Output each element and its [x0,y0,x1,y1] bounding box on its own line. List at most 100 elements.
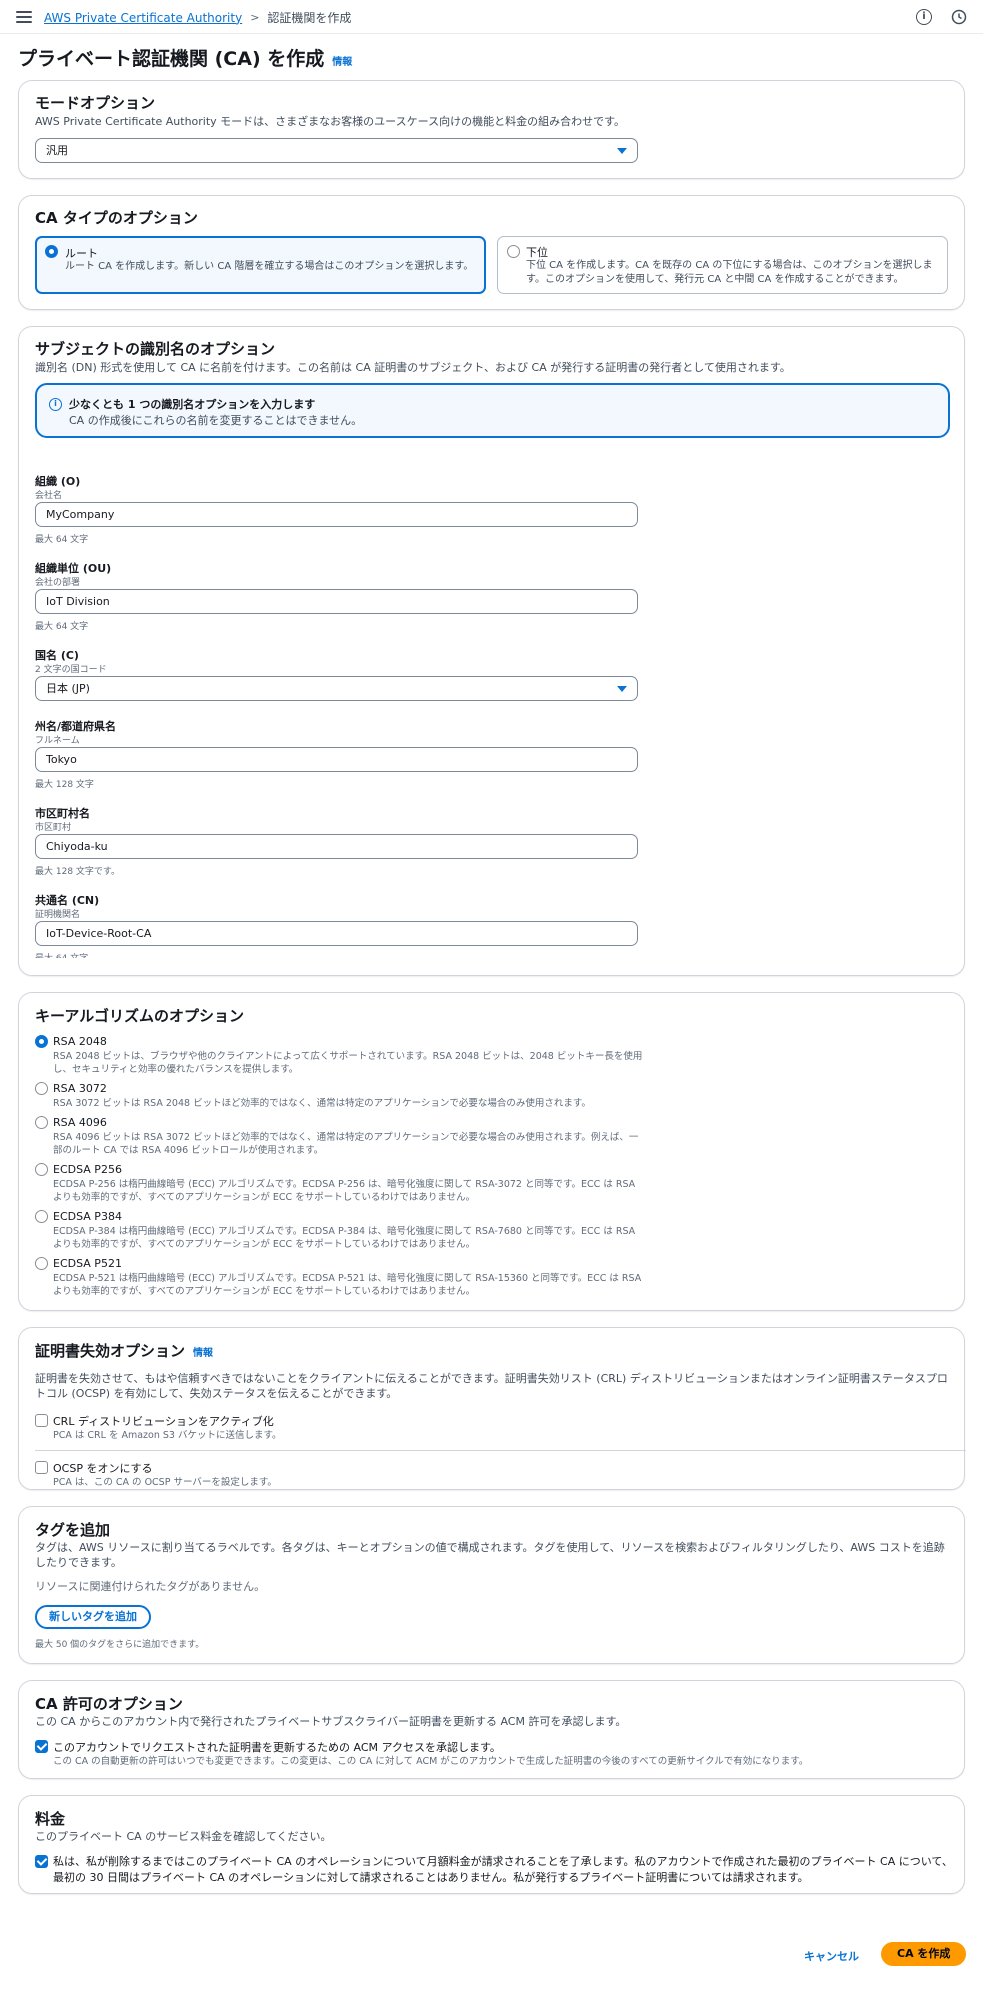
radio-rsa-3072[interactable] [35,1082,48,1095]
breadcrumb-separator: > [250,11,260,24]
tags-limit: 最大 50 個のタグをさらに追加できます。 [35,1640,205,1650]
mode-select-value: 汎用 [46,144,68,157]
info-icon[interactable]: i [916,9,932,25]
tags-description: タグは、AWS リソースに割り当てるラベルです。各タグは、キーとオプションの値で… [35,1541,945,1569]
revocation-card: 証明書失効オプション 情報 証明書を失効させて、もはや信頼すべきではないことをク… [18,1327,966,1490]
locality-input[interactable] [35,834,638,859]
subject-description: 識別名 (DN) 形式を使用して CA に名前を付けます。この名前は CA 証明… [35,361,791,374]
alert-description: CA の作成後にこれらの名前を変更することはできません。 [69,414,363,427]
field-desc-organization: 会社名 [35,491,63,501]
page-title: プライベート認証機関 (CA) を作成 情報 [18,44,352,71]
permissions-description: この CA からこのアカウント内で発行されたプライベートサブスクライバー証明書を… [35,1715,627,1728]
radio-subordinate[interactable] [507,245,520,258]
field-label-org-unit: 組織単位 (OU) [35,562,112,575]
radio-rsa-4096[interactable] [35,1116,48,1129]
clock-icon[interactable] [951,9,967,25]
field-desc-org-unit: 会社の部署 [35,578,81,588]
field-label-common-name: 共通名 (CN) [35,894,100,907]
cancel-button[interactable]: キャンセル [804,1948,859,1964]
key-algo-label-ecdsa-p384: ECDSA P384 [53,1210,122,1223]
revocation-info-link[interactable]: 情報 [193,1344,213,1359]
caret-down-icon [617,686,627,692]
radio-ecdsa-p521[interactable] [35,1257,48,1270]
crl-label: CRL ディストリビューションをアクティブ化 [53,1415,274,1428]
info-circle-icon: i [49,398,62,411]
radio-ecdsa-p384[interactable] [35,1210,48,1223]
tags-card: タグを追加 タグは、AWS リソースに割り当てるラベルです。各タグは、キーとオプ… [18,1506,965,1664]
ca-type-subordinate-desc: 下位 CA を作成します。CA を既存の CA の下位にする場合は、このオプショ… [526,260,933,285]
key-algo-label-ecdsa-p521: ECDSA P521 [53,1257,122,1270]
page-title-text: プライベート認証機関 (CA) を作成 [18,48,325,70]
mode-select[interactable]: 汎用 [35,138,638,163]
revocation-heading: 証明書失効オプション [35,1342,186,1360]
key-algo-heading: キーアルゴリズムのオプション [35,1007,244,1025]
field-label-country: 国名 (C) [35,649,79,662]
field-label-locality: 市区町村名 [35,807,90,820]
key-algo-desc-rsa-2048: RSA 2048 ビットは、ブラウザや他のクライアントによって広くサポートされて… [53,1051,643,1075]
radio-ecdsa-p256[interactable] [35,1163,48,1176]
subject-info-alert: i 少なくとも 1 つの識別名オプションを入力します CA の作成後にこれらの名… [35,383,950,438]
ca-type-tile-root[interactable]: ルート ルート CA を作成します。新しい CA 階層を確立する場合はこのオプシ… [35,236,486,294]
permissions-card: CA 許可のオプション この CA からこのアカウント内で発行されたプライベート… [18,1680,965,1779]
field-desc-state: フルネーム [35,736,80,746]
alert-title: 少なくとも 1 つの識別名オプションを入力します [69,398,316,411]
crl-checkbox[interactable] [35,1414,48,1427]
breadcrumb-current: 認証機関を作成 [267,11,352,25]
field-desc-common-name: 証明機関名 [35,910,81,920]
ocsp-desc: PCA は、この CA の OCSP サーバーを設定します。 [53,1477,277,1488]
pricing-card: 料金 このプライベート CA のサービス料金を確認してください。 私は、私が削除… [18,1795,965,1894]
mode-heading: モードオプション [35,94,156,112]
ca-type-root-label: ルート [65,247,98,260]
field-label-organization: 組織 (O) [35,475,81,488]
ca-type-root-desc: ルート CA を作成します。新しい CA 階層を確立する場合はこのオプションを選… [65,261,474,272]
permissions-heading: CA 許可のオプション [35,1695,183,1713]
key-algo-label-rsa-2048: RSA 2048 [53,1035,107,1048]
organization-input[interactable] [35,502,638,527]
ca-type-subordinate-label: 下位 [526,246,548,259]
ocsp-label: OCSP をオンにする [53,1462,153,1475]
field-desc-locality: 市区町村 [35,823,72,833]
field-constraint-common-name: 最大 64 文字 [35,951,88,958]
org-unit-input[interactable] [35,589,638,614]
key-algo-desc-rsa-3072: RSA 3072 ビットは RSA 2048 ビットほど効率的ではなく、通常は特… [53,1098,591,1109]
ocsp-checkbox[interactable] [35,1461,48,1474]
subject-heading: サブジェクトの識別名のオプション [35,340,276,358]
tags-heading: タグを追加 [35,1521,111,1539]
acm-access-checkbox[interactable] [35,1740,48,1753]
key-algo-desc-ecdsa-p256: ECDSA P-256 は楕円曲線暗号 (ECC) アルゴリズムです。ECDSA… [53,1179,636,1203]
key-algo-label-rsa-4096: RSA 4096 [53,1116,107,1129]
page-info-link[interactable]: 情報 [332,53,352,68]
ca-type-tile-subordinate[interactable]: 下位 下位 CA を作成します。CA を既存の CA の下位にする場合は、このオ… [497,236,948,294]
tags-empty: リソースに関連付けられたタグがありません。 [35,1580,266,1593]
top-navigation: AWS Private Certificate Authority > 認証機関… [0,0,983,34]
pricing-heading: 料金 [35,1810,66,1828]
menu-icon[interactable] [16,11,32,23]
revocation-heading-wrap: 証明書失効オプション 情報 [35,1340,213,1361]
country-select[interactable]: 日本 (JP) [35,676,638,701]
field-label-state: 州名/都道府県名 [35,720,117,733]
subject-dn-card: サブジェクトの識別名のオプション 識別名 (DN) 形式を使用して CA に名前… [18,326,965,976]
radio-rsa-2048[interactable] [35,1035,48,1048]
ca-type-card: CA タイプのオプション ルート ルート CA を作成します。新しい CA 階層… [18,195,965,310]
key-algo-desc-ecdsa-p384: ECDSA P-384 は楕円曲線暗号 (ECC) アルゴリズムです。ECDSA… [53,1226,636,1250]
revocation-divider [35,1450,966,1451]
pricing-acknowledge-checkbox[interactable] [35,1855,48,1868]
field-constraint-organization: 最大 64 文字 [35,535,89,545]
common-name-input[interactable] [35,921,638,946]
acm-access-desc: この CA の自動更新の許可はいつでも変更できます。この変更は、この CA に対… [53,1756,809,1767]
radio-root[interactable] [45,245,58,258]
breadcrumb: AWS Private Certificate Authority > 認証機関… [44,9,351,26]
key-algo-desc-ecdsa-p521: ECDSA P-521 は楕円曲線暗号 (ECC) アルゴリズムです。ECDSA… [53,1273,642,1297]
create-ca-button[interactable]: CA を作成 [881,1942,967,1966]
mode-options-card: モードオプション AWS Private Certificate Authori… [18,80,965,179]
caret-down-icon [617,148,627,154]
mode-description: AWS Private Certificate Authority モードは、さ… [35,115,625,128]
breadcrumb-root-link[interactable]: AWS Private Certificate Authority [44,11,242,25]
revocation-description: 証明書を失効させて、もはや信頼すべきではないことをクライアントに伝えることができ… [35,1372,948,1400]
state-input[interactable] [35,747,638,772]
add-tag-button[interactable]: 新しいタグを追加 [35,1605,151,1629]
ca-type-heading: CA タイプのオプション [35,209,198,227]
key-algo-label-rsa-3072: RSA 3072 [53,1082,107,1095]
country-select-value: 日本 (JP) [46,682,90,695]
key-algorithm-card: キーアルゴリズムのオプション RSA 2048 RSA 2048 ビットは、ブラ… [18,992,965,1311]
